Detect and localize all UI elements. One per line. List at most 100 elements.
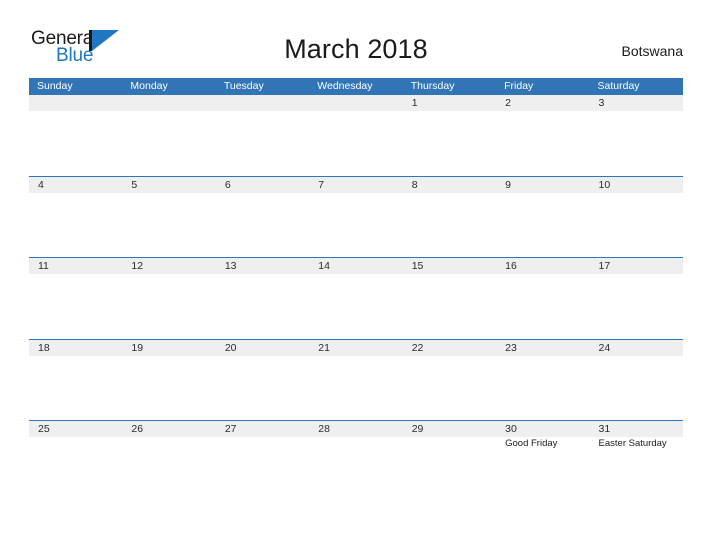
day-number[interactable]: 20: [216, 340, 309, 356]
day-number[interactable]: 19: [122, 340, 215, 356]
day-event-label: Easter Saturday: [598, 438, 667, 449]
day-cell[interactable]: [216, 356, 309, 421]
day-cell[interactable]: [122, 274, 215, 339]
day-cell[interactable]: [403, 111, 496, 176]
day-cell[interactable]: [403, 356, 496, 421]
day-number[interactable]: 15: [403, 258, 496, 274]
day-cell[interactable]: [309, 274, 402, 339]
day-cell[interactable]: [496, 356, 589, 421]
day-number[interactable]: 17: [590, 258, 683, 274]
week-body-strip: [29, 274, 683, 339]
day-cell[interactable]: [403, 193, 496, 258]
day-number[interactable]: 1: [403, 95, 496, 111]
week-date-strip: 1 2 3: [29, 95, 683, 111]
week-row: 4 5 6 7 8 9 10: [29, 176, 683, 258]
day-number[interactable]: 12: [122, 258, 215, 274]
week-body-strip: [29, 111, 683, 176]
day-number[interactable]: 7: [309, 177, 402, 193]
day-number[interactable]: [29, 95, 122, 111]
day-cell[interactable]: [590, 193, 683, 258]
day-number[interactable]: 28: [309, 421, 402, 437]
week-date-strip: 18 19 20 21 22 23 24: [29, 339, 683, 356]
weekday-header-friday: Friday: [504, 80, 534, 92]
day-cell[interactable]: [216, 111, 309, 176]
page-title: March 2018: [284, 34, 428, 64]
day-number[interactable]: 29: [403, 421, 496, 437]
day-cell[interactable]: [590, 356, 683, 421]
day-cell[interactable]: [590, 111, 683, 176]
day-number[interactable]: 31: [590, 421, 683, 437]
day-cell[interactable]: [122, 111, 215, 176]
day-cell[interactable]: [403, 274, 496, 339]
day-cell[interactable]: [496, 111, 589, 176]
week-row: 1 2 3: [29, 95, 683, 177]
day-cell[interactable]: [590, 274, 683, 339]
day-cell[interactable]: [309, 111, 402, 176]
day-number[interactable]: [122, 95, 215, 111]
day-number[interactable]: 25: [29, 421, 122, 437]
day-cell[interactable]: [216, 437, 309, 502]
week-body-strip: Good Friday Easter Saturday: [29, 437, 683, 502]
day-event-label: Good Friday: [505, 438, 558, 449]
day-number[interactable]: 26: [122, 421, 215, 437]
day-number[interactable]: 27: [216, 421, 309, 437]
day-number[interactable]: [309, 95, 402, 111]
weekday-header-thursday: Thursday: [410, 80, 455, 92]
week-body-strip: [29, 192, 683, 258]
week-row: 18 19 20 21 22 23 24: [29, 339, 683, 421]
week-body-strip: [29, 355, 683, 421]
day-number[interactable]: 8: [403, 177, 496, 193]
weekday-header-wednesday: Wednesday: [317, 80, 373, 92]
day-number[interactable]: 11: [29, 258, 122, 274]
day-cell[interactable]: [29, 193, 122, 258]
day-cell[interactable]: [29, 274, 122, 339]
day-number[interactable]: 10: [590, 177, 683, 193]
day-cell[interactable]: [122, 356, 215, 421]
day-cell[interactable]: [309, 356, 402, 421]
day-number[interactable]: 4: [29, 177, 122, 193]
day-cell[interactable]: [403, 437, 496, 502]
day-number[interactable]: [216, 95, 309, 111]
day-cell[interactable]: [216, 193, 309, 258]
weekday-header-row: Sunday Monday Tuesday Wednesday Thursday…: [29, 78, 683, 95]
day-number[interactable]: 24: [590, 340, 683, 356]
calendar-page: General Blue March 2018 Botswana Sunday …: [0, 0, 712, 550]
day-number[interactable]: 3: [590, 95, 683, 111]
country-label: Botswana: [621, 43, 683, 59]
day-number[interactable]: 13: [216, 258, 309, 274]
week-date-strip: 25 26 27 28 29 30 31: [29, 421, 683, 437]
day-number[interactable]: 6: [216, 177, 309, 193]
day-cell[interactable]: [29, 356, 122, 421]
day-cell[interactable]: Good Friday: [496, 437, 589, 502]
calendar-grid: Sunday Monday Tuesday Wednesday Thursday…: [29, 78, 683, 502]
day-cell[interactable]: [216, 274, 309, 339]
day-cell[interactable]: [29, 437, 122, 502]
day-cell[interactable]: Easter Saturday: [590, 437, 683, 502]
day-number[interactable]: 22: [403, 340, 496, 356]
week-date-strip: 4 5 6 7 8 9 10: [29, 176, 683, 193]
day-cell[interactable]: [309, 193, 402, 258]
weekday-header-saturday: Saturday: [597, 80, 640, 92]
day-cell[interactable]: [496, 193, 589, 258]
day-cell[interactable]: [496, 274, 589, 339]
week-date-strip: 11 12 13 14 15 16 17: [29, 258, 683, 274]
day-number[interactable]: 23: [496, 340, 589, 356]
weekday-header-tuesday: Tuesday: [223, 80, 264, 92]
day-number[interactable]: 2: [496, 95, 589, 111]
day-cell[interactable]: [309, 437, 402, 502]
day-number[interactable]: 16: [496, 258, 589, 274]
day-number[interactable]: 21: [309, 340, 402, 356]
day-cell[interactable]: [122, 437, 215, 502]
page-header: General Blue March 2018 Botswana: [0, 0, 712, 74]
day-number[interactable]: 9: [496, 177, 589, 193]
week-row: 11 12 13 14 15 16 17: [29, 258, 683, 340]
day-number[interactable]: 30: [496, 421, 589, 437]
day-cell[interactable]: [122, 193, 215, 258]
weekday-header-sunday: Sunday: [37, 80, 73, 92]
week-row: 25 26 27 28 29 30 31 Good Friday Easter …: [29, 421, 683, 502]
day-number[interactable]: 5: [122, 177, 215, 193]
day-number[interactable]: 14: [309, 258, 402, 274]
day-cell[interactable]: [29, 111, 122, 176]
weekday-header-monday: Monday: [130, 80, 168, 92]
day-number[interactable]: 18: [29, 340, 122, 356]
